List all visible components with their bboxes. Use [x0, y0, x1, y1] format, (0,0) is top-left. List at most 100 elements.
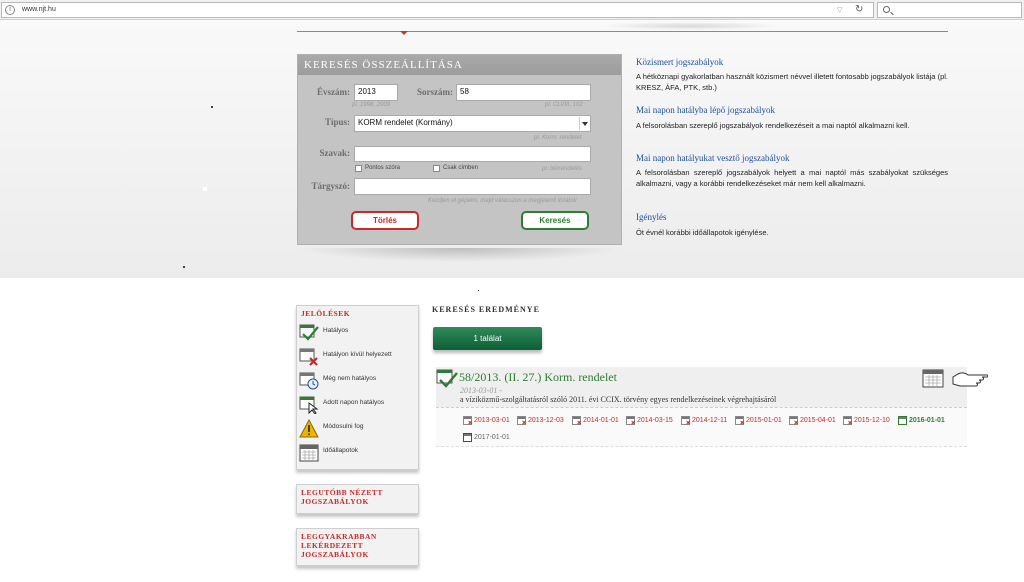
in-force-icon: [898, 416, 907, 425]
exact-word-checkbox[interactable]: [355, 165, 362, 172]
request-link[interactable]: Igénylés: [636, 212, 667, 222]
frequent-laws-box[interactable]: LEGGYAKRABBAN LEKÉRDEZETT JOGSZABÁLYOK: [296, 528, 419, 566]
legend-label: Adott napon hatályos: [323, 399, 385, 406]
legend-box: JELÖLÉSEK Hatályos Hatályon kívül helyez…: [296, 305, 419, 470]
repealed-icon: ×: [681, 416, 691, 427]
panel-shadow: [300, 248, 620, 262]
legend-title: JELÖLÉSEK: [301, 309, 351, 318]
time-state-date[interactable]: 2015-12-10: [854, 417, 890, 424]
results-title: KERESÉS EREDMÉNYE: [432, 305, 540, 314]
repealed-icon: ×: [789, 416, 799, 427]
legend-label: Hatályon kívül helyezett: [323, 351, 392, 358]
legend-label: Hatályos: [323, 327, 349, 334]
calendar-icon: [299, 444, 319, 462]
well-known-laws-text: A hétköznapi gyakorlatban használt közis…: [636, 72, 948, 92]
top-divider: [297, 31, 948, 32]
repealed-mark-icon: ×: [468, 420, 473, 427]
repealed-mark-icon: ×: [686, 420, 691, 427]
time-state-date[interactable]: 2013-03-01: [474, 417, 510, 424]
top-marker-icon: [400, 31, 408, 35]
clear-button[interactable]: Törlés: [351, 211, 419, 230]
time-state-date[interactable]: 2014-01-01: [583, 417, 619, 424]
recent-laws-title[interactable]: LEGUTÓBB NÉZETT JOGSZABÁLYOK: [297, 485, 418, 509]
in-force-icon: [299, 324, 319, 341]
exact-word-label: Pontos szóra: [365, 165, 401, 171]
repealed-icon: ×: [463, 416, 473, 427]
chevron-down-icon[interactable]: [579, 117, 589, 130]
search-panel-title: KERESÉS ÖSSZEÁLLÍTÁSA: [298, 55, 621, 75]
recent-laws-box[interactable]: LEGUTÓBB NÉZETT JOGSZABÁLYOK: [296, 484, 419, 514]
year-hint: pl. 1998, 2009: [352, 102, 391, 108]
subject-label: Tárgyszó:: [311, 181, 351, 191]
number-label: Sorszám:: [417, 87, 453, 97]
repealed-icon: ×: [626, 416, 636, 427]
request-text: Öt évnél korábbi időállapotok igénylése.: [636, 228, 769, 237]
time-state-date[interactable]: 2014-12-11: [692, 417, 727, 424]
time-states-bar: [436, 407, 967, 447]
number-hint: pl. CLVIII, 102: [545, 102, 583, 108]
repealed-icon: ×: [517, 416, 527, 427]
repealed-mark-icon: ×: [577, 420, 582, 427]
frequent-laws-title[interactable]: LEGGYAKRABBAN LEKÉRDEZETT JOGSZABÁLYOK: [297, 529, 418, 562]
decorative-dot: [203, 187, 207, 191]
title-only-checkbox[interactable]: [433, 165, 440, 172]
calendar-icon[interactable]: [922, 369, 944, 388]
result-description: a víziközmű-szolgáltatásról szóló 2011. …: [460, 395, 777, 404]
time-state-date[interactable]: 2015-04-01: [800, 417, 836, 424]
dropdown-arrow-icon[interactable]: ▽: [837, 6, 842, 14]
legend-label: Módosulni fog: [323, 423, 364, 430]
search-button[interactable]: Keresés: [521, 211, 589, 230]
words-hint: pl. bérrendelés: [542, 166, 582, 172]
time-state-date[interactable]: 2015-01-01: [746, 417, 782, 424]
subject-input[interactable]: [354, 178, 591, 195]
time-state-date[interactable]: 2016-01-01: [909, 417, 945, 424]
browser-search-box[interactable]: [877, 2, 1022, 18]
result-date: 2013-03-01 -: [460, 386, 502, 395]
not-yet-in-force-icon: [299, 372, 319, 390]
entering-into-force-link[interactable]: Mai napon hatályba lépő jogszabályok: [636, 105, 775, 115]
result-count-button[interactable]: 1 találat: [433, 327, 542, 350]
browser-toolbar: i www.njt.hu ▽ ↻: [0, 0, 1024, 20]
decorative-dot: [478, 290, 479, 291]
in-force-icon: [436, 369, 458, 388]
well-known-laws-link[interactable]: Közismert jogszabályok: [636, 57, 723, 67]
repealed-icon: ×: [843, 416, 853, 427]
repealed-icon: [299, 348, 318, 366]
entering-into-force-text: A felsorolásban szereplő jogszabályok re…: [636, 121, 910, 130]
repealed-mark-icon: ×: [631, 420, 636, 427]
type-select[interactable]: KORM rendelet (Kormány): [354, 115, 591, 132]
expiring-today-link[interactable]: Mai napon hatályukat vesztő jogszabályok: [636, 153, 789, 163]
legend-label: Időállapotok: [323, 447, 359, 454]
year-input[interactable]: 2013: [354, 84, 398, 101]
year-label: Évszám:: [317, 87, 350, 97]
pointing-hand-icon[interactable]: [952, 369, 988, 387]
type-hint: pl. Korm. rendelet: [534, 135, 582, 141]
subject-hint: Kezdjen el gépelni, majd válasszon a meg…: [428, 198, 577, 204]
search-icon: [883, 6, 890, 13]
repealed-mark-icon: ×: [740, 420, 745, 427]
warning-icon: [299, 419, 319, 438]
repealed-mark-icon: ×: [794, 420, 799, 427]
repealed-icon: ×: [572, 416, 582, 427]
time-state-date[interactable]: 2013-12-03: [528, 417, 564, 424]
time-state-date[interactable]: 2014-03-15: [637, 417, 673, 424]
title-only-label: Csak címben: [443, 165, 479, 171]
repealed-mark-icon: ×: [848, 420, 853, 427]
legend-label: Még nem hatályos: [323, 375, 377, 382]
time-state-date[interactable]: 2017-01-01: [474, 434, 510, 441]
decorative-shadow: [600, 22, 780, 30]
address-bar[interactable]: i www.njt.hu ▽ ↻: [1, 2, 874, 18]
repealed-mark-icon: ×: [522, 420, 527, 427]
reload-icon[interactable]: ↻: [855, 4, 863, 15]
url-text[interactable]: www.njt.hu: [22, 6, 56, 13]
words-input[interactable]: [354, 146, 591, 162]
result-title-link[interactable]: 58/2013. (II. 27.) Korm. rendelet: [459, 370, 617, 385]
type-select-value: KORM rendelet (Kormány): [358, 118, 453, 127]
words-label: Szavak:: [319, 148, 350, 158]
type-label: Típus:: [324, 117, 350, 127]
decorative-dot: [183, 266, 185, 268]
not-yet-in-force-icon: [463, 433, 472, 442]
decorative-dot: [211, 106, 213, 108]
info-icon[interactable]: i: [5, 5, 15, 15]
number-input[interactable]: 58: [456, 84, 591, 101]
